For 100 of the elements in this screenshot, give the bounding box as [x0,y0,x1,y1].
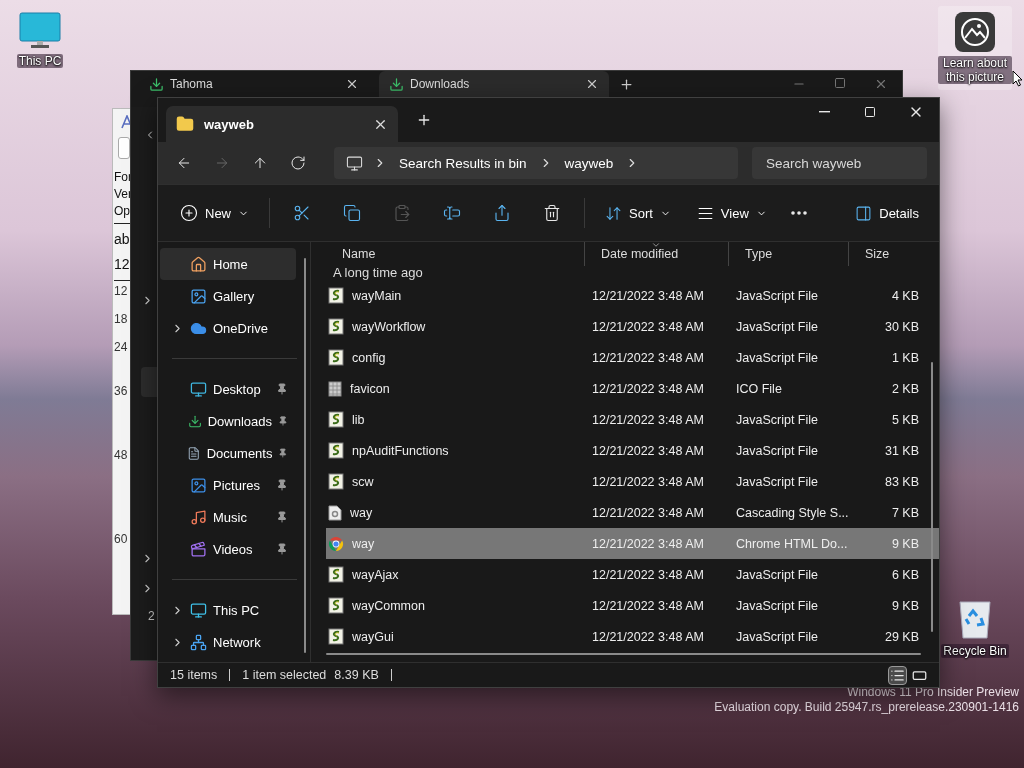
file-row[interactable]: wayAjax 12/21/2022 3:48 AM JavaScript File 6 KB [326,559,939,590]
desktop-icon[interactable]: Learn about this picture [938,6,1012,90]
desktop-icon-label: Recycle Bin [941,644,1009,658]
file-row[interactable]: lib 12/21/2022 3:48 AM JavaScript File 5 KB [326,404,939,435]
file-name: wayGui [351,629,394,644]
column-header[interactable]: Type [728,242,848,266]
sidebar-item[interactable]: Music [160,501,296,533]
address-bar[interactable]: Search Results in bin wayweb [334,147,738,179]
file-name: wayAjax [351,567,399,582]
sidebar-item[interactable]: Documents [160,437,296,469]
browser-icon [328,535,344,552]
font-viewer-field[interactable] [118,137,130,159]
script-file-icon [328,287,344,304]
date-cell-text: 12/21/2022 3:48 AM [591,567,705,582]
panel-icon [855,204,873,222]
item-count: 15 items [170,668,218,682]
file-name: wayMain [351,288,402,303]
sidebar-item[interactable]: Desktop [160,373,296,405]
tab-label: Downloads [410,77,471,91]
window-tab[interactable]: wayweb [166,106,398,142]
size-cell-text: 1 KB [890,350,920,365]
size-cell-text: 6 KB [890,567,920,582]
date-cell-text: 12/21/2022 3:48 AM [591,629,705,644]
column-header[interactable]: Date modified [584,242,728,266]
column-header[interactable]: Size [848,242,926,266]
desktop-icon[interactable]: This PC [3,6,77,74]
file-name: lib [351,412,365,427]
view-button[interactable]: View [690,199,773,227]
sidebar-item[interactable]: Downloads [160,405,296,437]
music-icon [190,508,207,526]
plus-circle-icon [180,204,198,222]
maximize-icon[interactable] [834,77,846,89]
type-cell-text: JavaScript File [735,412,819,427]
size-cell-text: 5 KB [890,412,920,427]
new-tab-icon[interactable] [619,77,634,92]
scissors-icon [293,204,311,222]
document-icon [187,444,201,462]
type-cell-text: JavaScript File [735,443,819,458]
file-row[interactable]: favicon 12/21/2022 3:48 AM ICO File 2 KB [326,373,939,404]
search-field[interactable]: Search wayweb [752,147,927,179]
type-cell-text: Chrome HTML Do... [735,536,848,551]
file-name: way [351,536,375,551]
group-header[interactable]: A long time ago [333,266,939,280]
date-cell-text: 12/21/2022 3:48 AM [591,598,705,613]
size-cell-text: 2 KB [890,381,920,396]
font-size-label: 48 [114,448,128,462]
grid-file-icon [328,380,342,397]
selection-size: 8.39 KB [334,668,379,682]
recycle-bin-icon [957,598,993,640]
file-row[interactable]: scw 12/21/2022 3:48 AM JavaScript File 83 KB [326,466,939,497]
details-view-button[interactable] [888,665,907,685]
sidebar-item[interactable]: This PC [160,594,296,626]
font-info-text: Op [114,203,130,220]
script-file-icon [328,442,344,459]
file-row[interactable]: way 12/21/2022 3:48 AM Cascading Style S... 7 KB [326,497,939,528]
file-row[interactable]: config 12/21/2022 3:48 AM JavaScript File 1 KB [326,342,939,373]
breadcrumb-item[interactable]: wayweb [562,155,616,171]
file-row[interactable]: wayWorkflow 12/21/2022 3:48 AM JavaScript File 30 KB [326,311,939,342]
date-cell-text: 12/21/2022 3:48 AM [591,381,705,396]
file-row[interactable]: wayGui 12/21/2022 3:48 AM JavaScript File 29 KB [326,621,939,652]
file-row[interactable]: wayCommon 12/21/2022 3:48 AM JavaScript File 9 KB [326,590,939,621]
close-icon[interactable] [345,77,359,91]
sidebar-item[interactable]: Pictures [160,469,296,501]
desktop-icon[interactable]: Recycle Bin [938,592,1012,664]
close-icon[interactable] [585,77,599,91]
text-cursor-icon [443,204,461,222]
file-row[interactable]: npAuditFunctions 12/21/2022 3:48 AM JavaScript File 31 KB [326,435,939,466]
sidebar-item[interactable]: Videos [160,533,296,565]
window-tab[interactable]: Tahoma [139,71,369,97]
font-sample-text: 12 [114,255,130,274]
sidebar-item[interactable]: Network [160,626,296,658]
script-file-icon [328,473,344,490]
house-icon [190,255,207,273]
refresh-icon [290,155,306,171]
file-row[interactable]: way 12/21/2022 3:48 AM Chrome HTML Do... 9 KB [326,528,939,559]
image-icon [190,287,207,305]
gear-file-icon [328,504,342,521]
os-build-notice: Evaluation copy. Build 25947.rs_prerelease.230901-1416 [714,700,1019,715]
sidebar-item[interactable]: Gallery [160,280,296,312]
column-header[interactable]: Name [326,242,584,266]
scrollbar[interactable] [304,258,306,653]
size-cell-text: 83 KB [883,474,920,489]
type-cell-text: JavaScript File [735,474,819,489]
sidebar-item[interactable]: OneDrive [160,312,296,344]
details-button[interactable]: Details [849,199,925,227]
window-tab[interactable]: Downloads [379,71,609,97]
date-cell-text: 12/21/2022 3:48 AM [591,350,705,365]
script-file-icon [328,349,344,366]
file-name: scw [351,474,374,489]
sidebar-item[interactable]: Home [160,248,296,280]
type-cell-text: JavaScript File [735,629,819,644]
file-row[interactable]: wayMain 12/21/2022 3:48 AM JavaScript File 4 KB [326,280,939,311]
sort-button[interactable]: Sort [599,199,677,227]
new-button[interactable]: New [174,199,255,227]
date-cell-text: 12/21/2022 3:48 AM [591,443,705,458]
script-file-icon [328,597,344,614]
scrollbar[interactable] [326,653,921,655]
size-cell-text: 9 KB [890,536,920,551]
breadcrumb-item[interactable]: Search Results in bin [397,155,529,171]
scrollbar[interactable] [931,362,933,632]
